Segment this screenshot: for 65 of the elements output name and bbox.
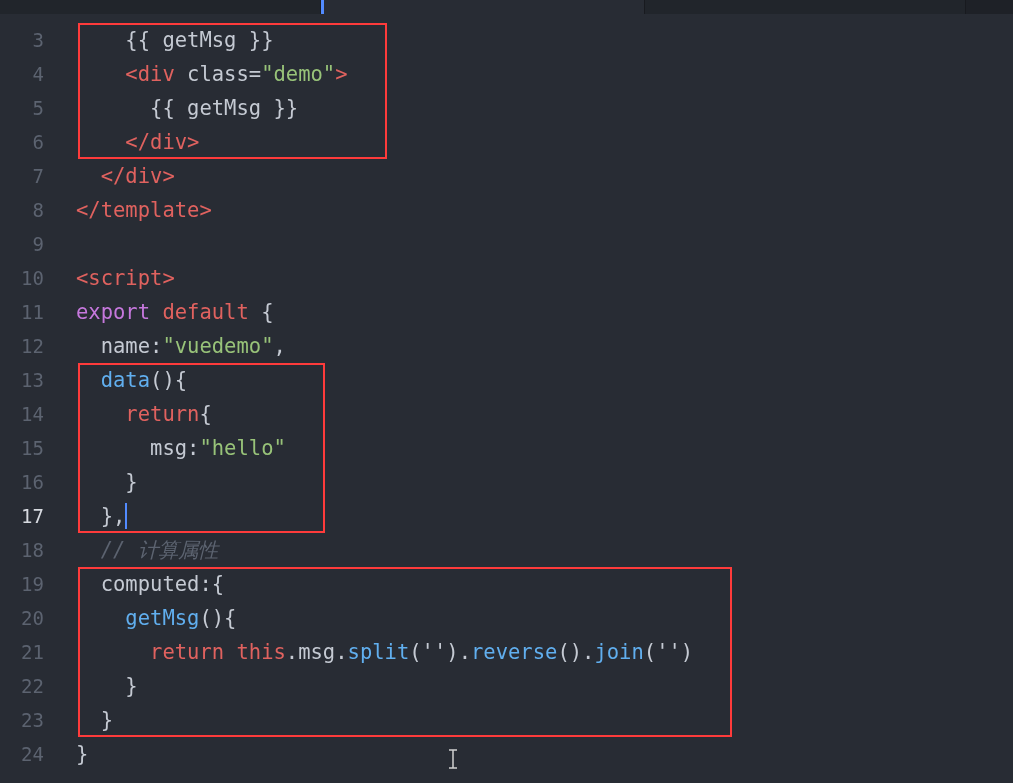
editor-tab[interactable]: [321, 0, 645, 14]
line-number: 21: [20, 641, 45, 663]
code-token: }: [124, 470, 138, 494]
code-token: ,: [273, 334, 286, 358]
code-token: {: [260, 300, 274, 324]
code-token: >: [335, 62, 348, 86]
text-cursor-icon: [448, 749, 458, 769]
code-token: (''): [643, 640, 694, 664]
line-number: 9: [31, 233, 45, 255]
code-token: }: [124, 674, 138, 698]
code-token: </template>: [76, 198, 212, 222]
code-token: .msg.: [285, 640, 348, 664]
line-number: 7: [31, 165, 45, 187]
code-token: <div: [124, 62, 175, 86]
code-token: export: [76, 300, 151, 324]
line-number: 8: [31, 199, 45, 221]
line-number: 3: [31, 29, 45, 51]
code-comment: // 计算属性: [99, 537, 218, 564]
line-number: 16: [20, 471, 45, 493]
code-token: <script>: [76, 266, 175, 290]
line-number: 4: [31, 63, 45, 85]
code-token: data: [99, 368, 151, 392]
code-token: "hello": [199, 436, 286, 460]
code-token: {: [199, 402, 212, 426]
code-token: "vuedemo": [162, 334, 274, 358]
code-token: class=: [186, 62, 262, 86]
code-token: computed:{: [99, 572, 225, 596]
code-token: {{ getMsg }}: [124, 28, 274, 52]
line-number: 22: [20, 675, 45, 697]
line-number: 11: [20, 301, 45, 323]
line-number: 17: [20, 505, 45, 527]
line-number: 24: [20, 743, 45, 765]
line-number: 19: [20, 573, 45, 595]
line-number: 20: [20, 607, 45, 629]
line-number: 15: [20, 437, 45, 459]
code-token: split: [347, 640, 410, 664]
line-number: 5: [31, 97, 45, 119]
line-number: 23: [20, 709, 45, 731]
editor-tab[interactable]: [0, 0, 321, 14]
code-token: </div>: [99, 164, 175, 188]
code-token: name:: [99, 334, 163, 358]
line-number: 14: [20, 403, 45, 425]
line-number: 18: [20, 539, 45, 561]
code-token: reverse: [471, 640, 558, 664]
code-token: ().: [557, 640, 595, 664]
text-caret: [125, 503, 128, 529]
code-token: getMsg: [124, 606, 200, 630]
code-token: join: [594, 640, 644, 664]
code-token: ('').: [409, 640, 471, 664]
line-number: 13: [20, 369, 45, 391]
code-token: {{ getMsg }}: [149, 96, 299, 120]
code-token: return this: [149, 640, 286, 664]
code-token: }: [76, 742, 89, 766]
code-token: },: [99, 504, 126, 528]
code-token: "demo": [261, 62, 336, 86]
code-token: </div>: [124, 130, 200, 154]
code-token: return: [124, 402, 200, 426]
code-token: (){: [199, 606, 237, 630]
line-number: 6: [31, 131, 45, 153]
code-token: default: [161, 300, 249, 324]
line-number: 12: [20, 335, 45, 357]
line-number: 10: [20, 267, 45, 289]
code-token: (){: [150, 368, 188, 392]
code-token: msg:: [149, 436, 200, 460]
code-token: }: [99, 708, 114, 732]
